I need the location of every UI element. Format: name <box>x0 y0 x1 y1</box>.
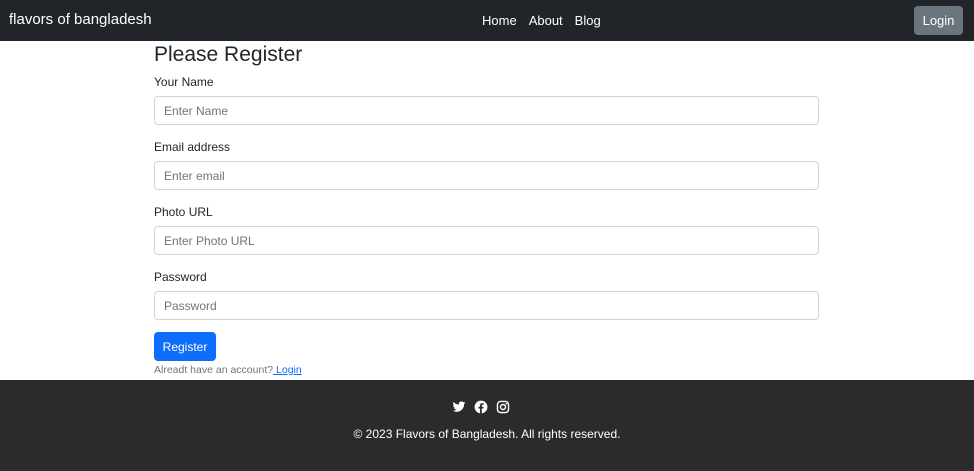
photo-url-label: Photo URL <box>154 205 213 219</box>
instagram-icon[interactable] <box>496 400 510 414</box>
password-label: Password <box>154 270 207 284</box>
photo-url-input[interactable] <box>154 226 819 255</box>
nav-link-about[interactable]: About <box>529 13 563 29</box>
login-link[interactable]: Login <box>273 364 302 376</box>
nav-link-blog[interactable]: Blog <box>575 13 601 29</box>
brand-logo-text[interactable]: flavors of bangladesh <box>9 11 152 28</box>
email-label: Email address <box>154 140 231 154</box>
login-button[interactable]: Login <box>914 6 963 35</box>
nav-link-home[interactable]: Home <box>482 13 517 29</box>
email-input[interactable] <box>154 161 819 190</box>
account-prompt-text: Alreadt have an account? <box>154 364 274 376</box>
page-title: Please Register <box>154 43 303 66</box>
copyright-text: © 2023 Flavors of Bangladesh. All rights… <box>353 427 621 441</box>
navbar: flavors of bangladesh Home About Blog Lo… <box>0 0 974 41</box>
name-input[interactable] <box>154 96 819 125</box>
twitter-icon[interactable] <box>452 400 466 414</box>
account-prompt: Alreadt have an account? Login <box>154 364 302 376</box>
social-links <box>452 400 510 414</box>
nav-links: Home About Blog <box>482 13 601 29</box>
register-button[interactable]: Register <box>154 332 216 361</box>
footer: © 2023 Flavors of Bangladesh. All rights… <box>0 380 974 471</box>
facebook-icon[interactable] <box>474 400 488 414</box>
name-label: Your Name <box>154 75 214 89</box>
password-input[interactable] <box>154 291 819 320</box>
